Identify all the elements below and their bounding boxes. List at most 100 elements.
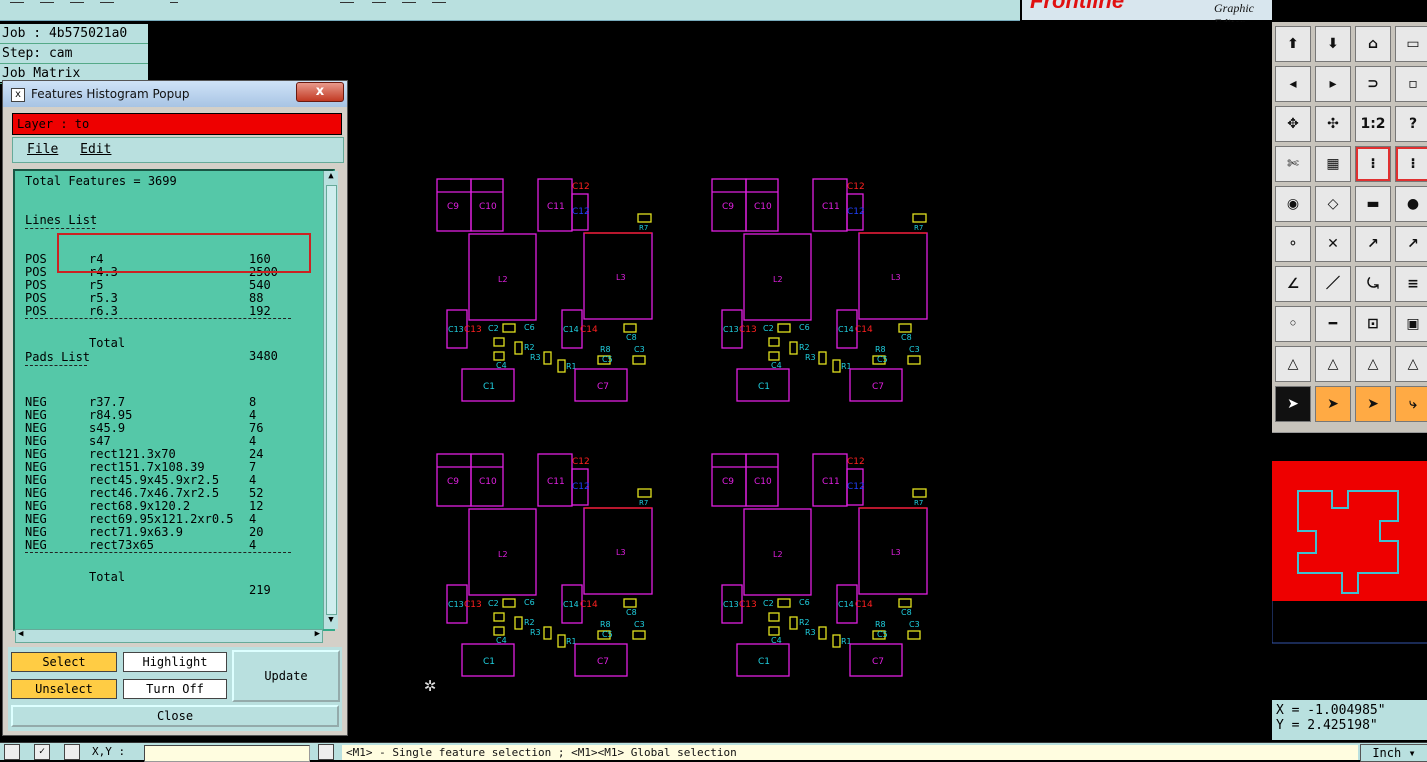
snap2-icon[interactable]: ⁝: [1395, 146, 1427, 182]
scroll-up-icon[interactable]: ▲: [325, 171, 337, 183]
turn-off-button[interactable]: Turn Off: [123, 679, 227, 699]
arc-icon[interactable]: ⤿: [1355, 266, 1391, 302]
board-3-r7-label: R7: [639, 499, 648, 507]
scale-icon[interactable]: 1:2: [1355, 106, 1391, 142]
menu-edit[interactable]: Edit: [80, 142, 111, 157]
move-down-icon[interactable]: ⬇: [1315, 26, 1351, 62]
frame-icon[interactable]: ▫: [1395, 66, 1427, 102]
help-icon[interactable]: ?: [1395, 106, 1427, 142]
layer-indicator: Layer : to: [12, 113, 342, 135]
text-icon[interactable]: ≡: [1395, 266, 1427, 302]
close-button[interactable]: Close: [11, 705, 339, 727]
delete-icon[interactable]: ✕: [1315, 226, 1351, 262]
board-3-c3-pad: [632, 630, 646, 640]
board-1-r2-label: R2: [524, 343, 535, 352]
board-3-r2-pad: [514, 616, 523, 630]
board-2-c9-label: C9: [722, 202, 734, 212]
scroll-left-icon[interactable]: ◀: [18, 629, 23, 639]
triangle2-icon[interactable]: △: [1315, 346, 1351, 382]
update-button[interactable]: Update: [232, 650, 340, 702]
scroll-right-icon[interactable]: ▶: [315, 629, 320, 639]
popup-titlebar[interactable]: x Features Histogram Popup x: [3, 81, 347, 107]
select-icon[interactable]: ➤: [1315, 386, 1351, 422]
move-left-icon[interactable]: ◂: [1275, 66, 1311, 102]
board-3-c8-pad: [623, 598, 637, 608]
bar-icon[interactable]: ━: [1315, 306, 1351, 342]
lines-heading: Lines List: [25, 213, 98, 227]
pcb-board-view: C9 C10 C11C12C12R7L2 L3C13 C13 C14 C14C2 C6C8C4…: [436, 178, 928, 677]
highlight-button[interactable]: Highlight: [123, 652, 227, 672]
board-2-c4-pad: [768, 337, 780, 347]
board-2-c12-label: C12: [847, 182, 865, 192]
arrow-icon[interactable]: ↗: [1395, 226, 1427, 262]
units-dropdown[interactable]: Inch ▾: [1360, 744, 1427, 762]
select2-icon[interactable]: ➤: [1355, 386, 1391, 422]
circle-icon[interactable]: ●: [1395, 186, 1427, 222]
connect-icon[interactable]: ⚬: [1275, 226, 1311, 262]
triangle4-icon[interactable]: △: [1395, 346, 1427, 382]
board-1-c12-label2: C12: [572, 207, 590, 217]
zoom-fit-icon[interactable]: ✥: [1275, 106, 1311, 142]
menu-file[interactable]: File: [27, 142, 58, 157]
board-4-r3-label: R3: [805, 628, 816, 637]
popup-title: Features Histogram Popup: [31, 87, 190, 101]
shape-icon[interactable]: ◇: [1315, 186, 1351, 222]
board-1-c1-label: C1: [483, 382, 495, 392]
board-1-c11-label: C11: [547, 202, 565, 212]
node-icon[interactable]: ◦: [1275, 306, 1311, 342]
scroll-down-icon[interactable]: ▼: [325, 615, 337, 627]
window-close-button[interactable]: x: [296, 82, 344, 102]
board-2-c4-pad2: [768, 351, 780, 361]
ruler-icon[interactable]: ▬: [1355, 186, 1391, 222]
total-features: Total Features = 3699: [25, 174, 177, 188]
job-info-panel: Job : 4b575021a0 Step: cam Job Matrix: [0, 24, 148, 84]
checkmark-icon[interactable]: ✓: [34, 744, 50, 760]
move-up-icon[interactable]: ⬆: [1275, 26, 1311, 62]
status-bar: ✓ X,Y : <M1> - Single feature selection …: [0, 742, 1427, 762]
board-2-c6-label: C6: [799, 323, 810, 332]
board-2-c14-label2: C14: [855, 325, 873, 335]
features-histogram-popup: x Features Histogram Popup x Layer : to …: [2, 80, 348, 736]
angle-icon[interactable]: ∠: [1275, 266, 1311, 302]
snap-icon[interactable]: ⁝: [1355, 146, 1391, 182]
route-icon[interactable]: ⤷: [1395, 386, 1427, 422]
status-toggle-icon[interactable]: [318, 744, 334, 760]
board-4-r7: [912, 488, 927, 498]
home-icon[interactable]: ⌂: [1355, 26, 1391, 62]
vertical-scrollbar[interactable]: ▲ ▼: [323, 171, 338, 629]
scroll-thumb[interactable]: [326, 185, 337, 615]
pads-total-label: Total: [89, 570, 126, 584]
overview-preview[interactable]: [1271, 432, 1427, 701]
graphic-canvas[interactable]: C9 C10 C11 C12 C12 R7 L2 L3 C13 C13 C14 C14 C2 C6 C8 C4…: [348, 22, 1270, 740]
pad-icon[interactable]: ◉: [1275, 186, 1311, 222]
grid-icon[interactable]: [64, 744, 80, 760]
board-4-c7-label: C7: [872, 657, 884, 667]
cut-icon[interactable]: ✄: [1275, 146, 1311, 182]
select-button[interactable]: Select: [11, 652, 117, 672]
histogram-list[interactable]: Total Features = 3699 Lines List POS r4 16…: [13, 169, 335, 631]
grid-icon[interactable]: ▦: [1315, 146, 1351, 182]
rotate-icon[interactable]: ⊃: [1355, 66, 1391, 102]
board-2-c8-pad: [898, 323, 912, 333]
fill-icon[interactable]: ▣: [1395, 306, 1427, 342]
board-2-r8-label: R8: [875, 345, 886, 354]
line-icon[interactable]: ↗: [1355, 226, 1391, 262]
status-tool1-icon[interactable]: [4, 744, 20, 760]
zoom-center-icon[interactable]: ✣: [1315, 106, 1351, 142]
pointer-icon[interactable]: ➤: [1275, 386, 1311, 422]
move-right-icon[interactable]: ▸: [1315, 66, 1351, 102]
window-icon[interactable]: ▭: [1395, 26, 1427, 62]
board-4-c3-label: C3: [909, 620, 920, 629]
board-2-r2-label: R2: [799, 343, 810, 352]
slash-icon[interactable]: ／: [1315, 266, 1351, 302]
board-3-c14-label2: C14: [580, 600, 598, 610]
unselect-button[interactable]: Unselect: [11, 679, 117, 699]
units-value: Inch: [1372, 746, 1402, 760]
box-icon[interactable]: ⊡: [1355, 306, 1391, 342]
triangle3-icon[interactable]: △: [1355, 346, 1391, 382]
board-3-l2-label: L2: [498, 550, 508, 559]
xy-input[interactable]: [144, 745, 310, 762]
horizontal-scrollbar[interactable]: ◀ ▶: [15, 629, 323, 643]
board-4-r8-label: R8: [875, 620, 886, 629]
triangle-icon[interactable]: △: [1275, 346, 1311, 382]
